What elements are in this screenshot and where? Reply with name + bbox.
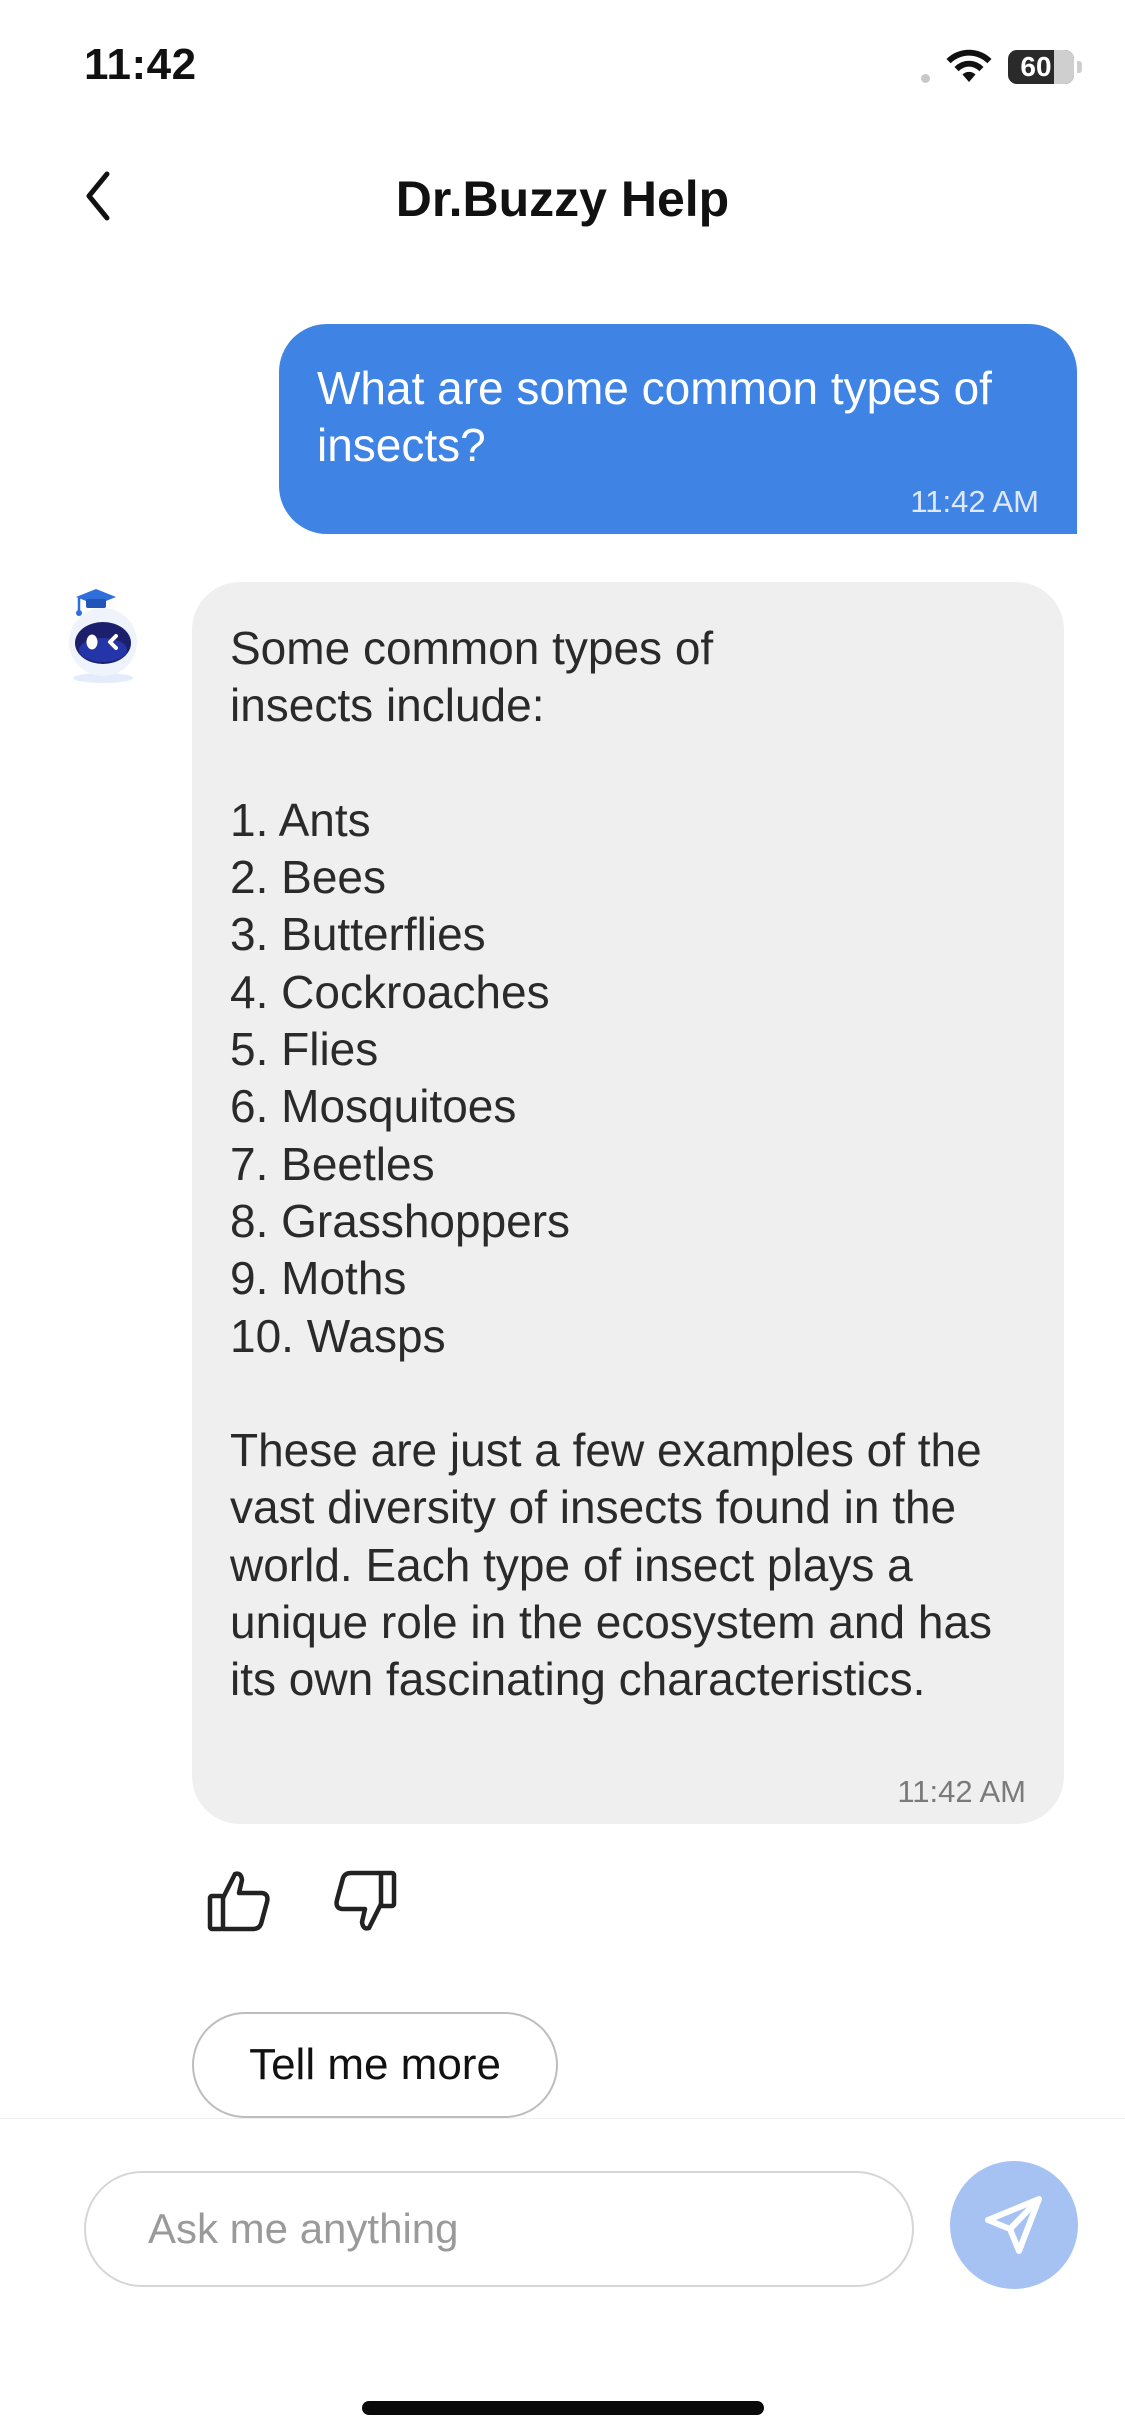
bot-message-text: Some common types of insects include: 1.… <box>230 622 993 1706</box>
battery-icon: 60 <box>1008 50 1074 84</box>
bot-message-bubble: Some common types of insects include: 1.… <box>192 582 1064 1824</box>
paper-plane-icon <box>985 2196 1042 2254</box>
message-input[interactable] <box>84 2171 914 2287</box>
avatar <box>69 589 137 683</box>
wifi-icon <box>946 49 992 82</box>
user-message-text: What are some common types of insects? <box>317 362 992 471</box>
status-bar: 11:42 60 <box>0 0 1125 132</box>
nav-bar: Dr.Buzzy Help <box>0 132 1125 264</box>
thumbs-down-button[interactable] <box>330 1866 400 1936</box>
suggestion-chip-tell-me-more[interactable]: Tell me more <box>192 2012 558 2118</box>
home-indicator <box>362 2401 764 2415</box>
battery-nub <box>1077 61 1082 73</box>
user-message-time: 11:42 AM <box>910 484 1039 519</box>
send-button[interactable] <box>950 2161 1078 2289</box>
bot-message-time: 11:42 AM <box>897 1774 1026 1809</box>
thumbs-down-icon <box>334 1870 397 1931</box>
cellular-dot-icon <box>921 74 930 83</box>
thumbs-up-icon <box>207 1871 270 1932</box>
battery-level: 60 <box>1020 51 1052 82</box>
status-time: 11:42 <box>84 40 197 89</box>
page-title: Dr.Buzzy Help <box>395 171 730 227</box>
user-message-bubble: What are some common types of insects? 1… <box>279 324 1077 534</box>
thumbs-up-button[interactable] <box>204 1866 274 1936</box>
composer-bar <box>0 2118 1125 2436</box>
